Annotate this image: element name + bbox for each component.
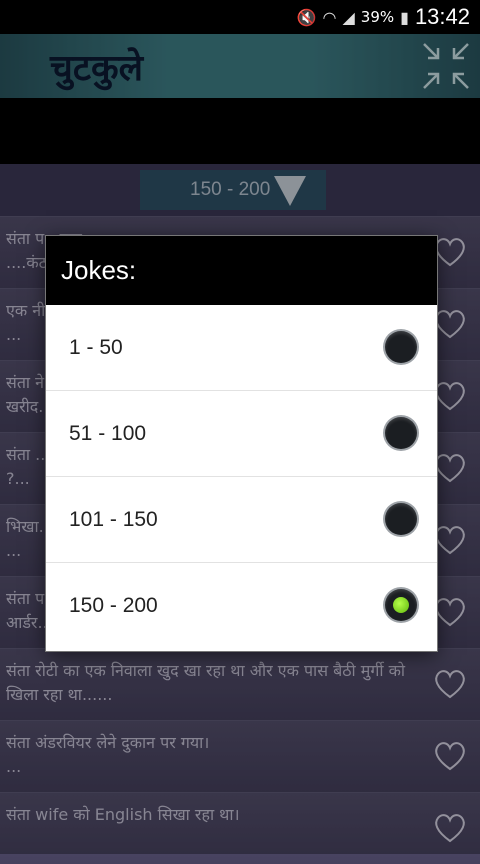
- option-label: 150 - 200: [69, 594, 158, 617]
- range-option-150-200[interactable]: 150 - 200: [46, 563, 437, 649]
- radio-button[interactable]: [385, 417, 417, 449]
- option-label: 101 - 150: [69, 507, 158, 531]
- range-option-51-100[interactable]: 51 - 100: [46, 391, 437, 477]
- battery-level: 39%: [360, 8, 395, 26]
- range-option-1-50[interactable]: 1 - 50: [46, 305, 437, 391]
- status-bar: 🔇 ◠ ◢ 39% ▮ 13:42: [0, 0, 480, 34]
- battery-icon: ▮: [400, 7, 409, 27]
- wifi-icon: ◠: [322, 7, 337, 27]
- dialog-title: Jokes:: [61, 255, 137, 285]
- radio-button-selected[interactable]: [385, 589, 417, 621]
- option-label: 51 - 100: [69, 421, 147, 445]
- radio-button[interactable]: [385, 331, 417, 363]
- dialog-header: Jokes:: [46, 236, 437, 305]
- radio-button[interactable]: [385, 503, 417, 535]
- range-option-101-150[interactable]: 101 - 150: [46, 477, 437, 563]
- jokes-range-dialog: Jokes: 1 - 50 51 - 100 101 - 150 150 - 2…: [46, 236, 437, 651]
- mute-icon: 🔇: [296, 7, 317, 27]
- clock: 13:42: [414, 4, 470, 29]
- signal-icon: ◢: [342, 7, 355, 27]
- option-label: 1 - 50: [69, 335, 123, 359]
